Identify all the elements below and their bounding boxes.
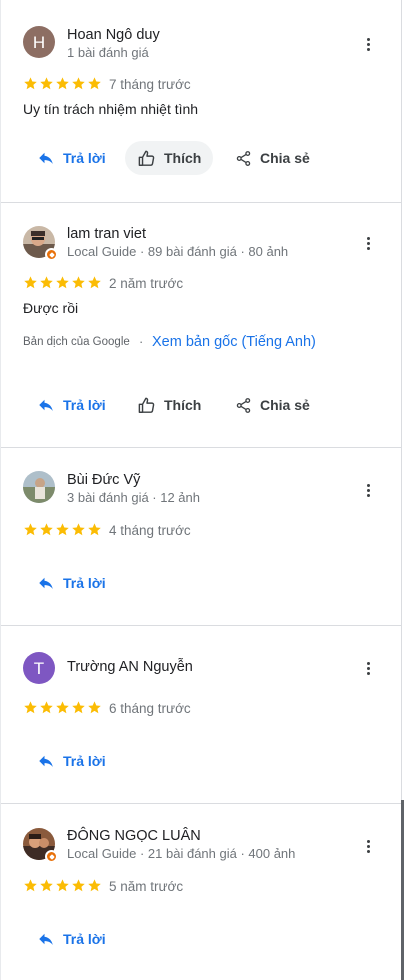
- star-icon: [55, 76, 70, 91]
- star-icon: [39, 76, 54, 91]
- review-text: Uy tín trách nhiệm nhiệt tình: [23, 101, 199, 117]
- review-date: 5 năm trước: [109, 879, 184, 894]
- star-rating: [23, 522, 102, 537]
- reviewer-avatar[interactable]: [23, 471, 55, 503]
- more-options-icon[interactable]: [359, 658, 377, 678]
- star-icon: [87, 878, 102, 893]
- star-icon: [87, 700, 102, 715]
- reviewer-name[interactable]: ĐÔNG NGỌC LUÂN: [67, 828, 201, 844]
- star-icon: [71, 522, 86, 537]
- star-icon: [23, 522, 38, 537]
- reply-button[interactable]: Trả lời: [35, 922, 108, 956]
- more-options-icon[interactable]: [359, 836, 377, 856]
- review-card: H Hoan Ngô duy 1 bài đánh giá 7 tháng tr…: [1, 0, 401, 202]
- separator-dot: ·: [139, 334, 144, 349]
- thumbs-up-icon: [137, 149, 156, 168]
- local-guide-badge-icon: [45, 850, 58, 863]
- reply-label: Trả lời: [63, 931, 106, 947]
- reviewer-avatar[interactable]: [23, 226, 58, 261]
- review-date: 7 tháng trước: [109, 77, 191, 92]
- reply-label: Trả lời: [63, 397, 106, 413]
- reviewer-meta: Local Guide · 89 bài đánh giá · 80 ảnh: [67, 244, 289, 259]
- reply-icon: [37, 396, 55, 414]
- review-date: 6 tháng trước: [109, 701, 191, 716]
- reply-icon: [37, 752, 55, 770]
- see-original-link[interactable]: Xem bản gốc (Tiếng Anh): [152, 334, 316, 350]
- reviews-panel: H Hoan Ngô duy 1 bài đánh giá 7 tháng tr…: [0, 0, 402, 980]
- like-button[interactable]: Thích: [125, 141, 214, 175]
- reply-label: Trả lời: [63, 753, 106, 769]
- like-button[interactable]: Thích: [125, 388, 213, 422]
- star-icon: [87, 76, 102, 91]
- star-icon: [39, 522, 54, 537]
- reply-icon: [37, 574, 55, 592]
- reviewer-meta: Local Guide · 21 bài đánh giá · 400 ảnh: [67, 846, 296, 861]
- review-text: Được rồi: [23, 300, 79, 316]
- share-icon: [235, 150, 252, 167]
- reviewer-avatar[interactable]: H: [23, 26, 55, 58]
- star-icon: [39, 878, 54, 893]
- like-label: Thích: [164, 397, 202, 413]
- review-date: 4 tháng trước: [109, 523, 191, 538]
- star-icon: [23, 878, 38, 893]
- reviewer-meta: 1 bài đánh giá: [67, 45, 149, 60]
- like-label: Thích: [164, 150, 202, 166]
- star-icon: [55, 878, 70, 893]
- star-icon: [55, 700, 70, 715]
- reply-label: Trả lời: [63, 150, 106, 166]
- star-rating: [23, 700, 102, 715]
- star-icon: [71, 878, 86, 893]
- star-icon: [87, 522, 102, 537]
- review-card: Bùi Đức Vỹ 3 bài đánh giá · 12 ảnh 4 thá…: [1, 448, 401, 625]
- star-icon: [71, 275, 86, 290]
- reviewer-avatar[interactable]: [23, 828, 58, 863]
- review-card: lam tran viet Local Guide · 89 bài đánh …: [1, 203, 401, 448]
- reviewer-name[interactable]: Hoan Ngô duy: [67, 27, 160, 43]
- reply-button[interactable]: Trả lời: [35, 141, 108, 175]
- star-icon: [55, 275, 70, 290]
- more-options-icon[interactable]: [359, 480, 377, 500]
- more-options-icon[interactable]: [359, 34, 377, 54]
- reply-button[interactable]: Trả lời: [35, 744, 108, 778]
- star-icon: [23, 700, 38, 715]
- star-icon: [71, 76, 86, 91]
- thumbs-up-icon: [137, 396, 156, 415]
- star-icon: [71, 700, 86, 715]
- reviewer-avatar[interactable]: T: [23, 652, 55, 684]
- reply-label: Trả lời: [63, 575, 106, 591]
- reply-button[interactable]: Trả lời: [35, 388, 108, 422]
- reply-icon: [37, 930, 55, 948]
- reviewer-name[interactable]: Trường AN Nguyễn: [67, 659, 193, 675]
- star-rating: [23, 76, 102, 91]
- review-card: T Trường AN Nguyễn 6 tháng trước Trả lời: [1, 626, 401, 803]
- profile-photo-icon: [23, 471, 55, 503]
- reviewer-name[interactable]: lam tran viet: [67, 226, 146, 242]
- share-label: Chia sẻ: [260, 150, 310, 166]
- share-icon: [235, 397, 252, 414]
- star-icon: [23, 275, 38, 290]
- reply-button[interactable]: Trả lời: [35, 566, 108, 600]
- local-guide-badge-icon: [45, 248, 58, 261]
- star-icon: [23, 76, 38, 91]
- translation-note: Bản dịch của Google: [23, 336, 130, 348]
- share-button[interactable]: Chia sẻ: [233, 141, 312, 175]
- review-card: ĐÔNG NGỌC LUÂN Local Guide · 21 bài đánh…: [1, 804, 401, 980]
- star-icon: [55, 522, 70, 537]
- star-icon: [39, 275, 54, 290]
- star-rating: [23, 878, 102, 893]
- reviewer-name[interactable]: Bùi Đức Vỹ: [67, 472, 140, 488]
- share-button[interactable]: Chia sẻ: [233, 388, 312, 422]
- reviewer-meta: 3 bài đánh giá · 12 ảnh: [67, 490, 200, 505]
- star-icon: [39, 700, 54, 715]
- more-options-icon[interactable]: [359, 233, 377, 253]
- share-label: Chia sẻ: [260, 397, 310, 413]
- star-rating: [23, 275, 102, 290]
- star-icon: [87, 275, 102, 290]
- review-date: 2 năm trước: [109, 276, 184, 291]
- reply-icon: [37, 149, 55, 167]
